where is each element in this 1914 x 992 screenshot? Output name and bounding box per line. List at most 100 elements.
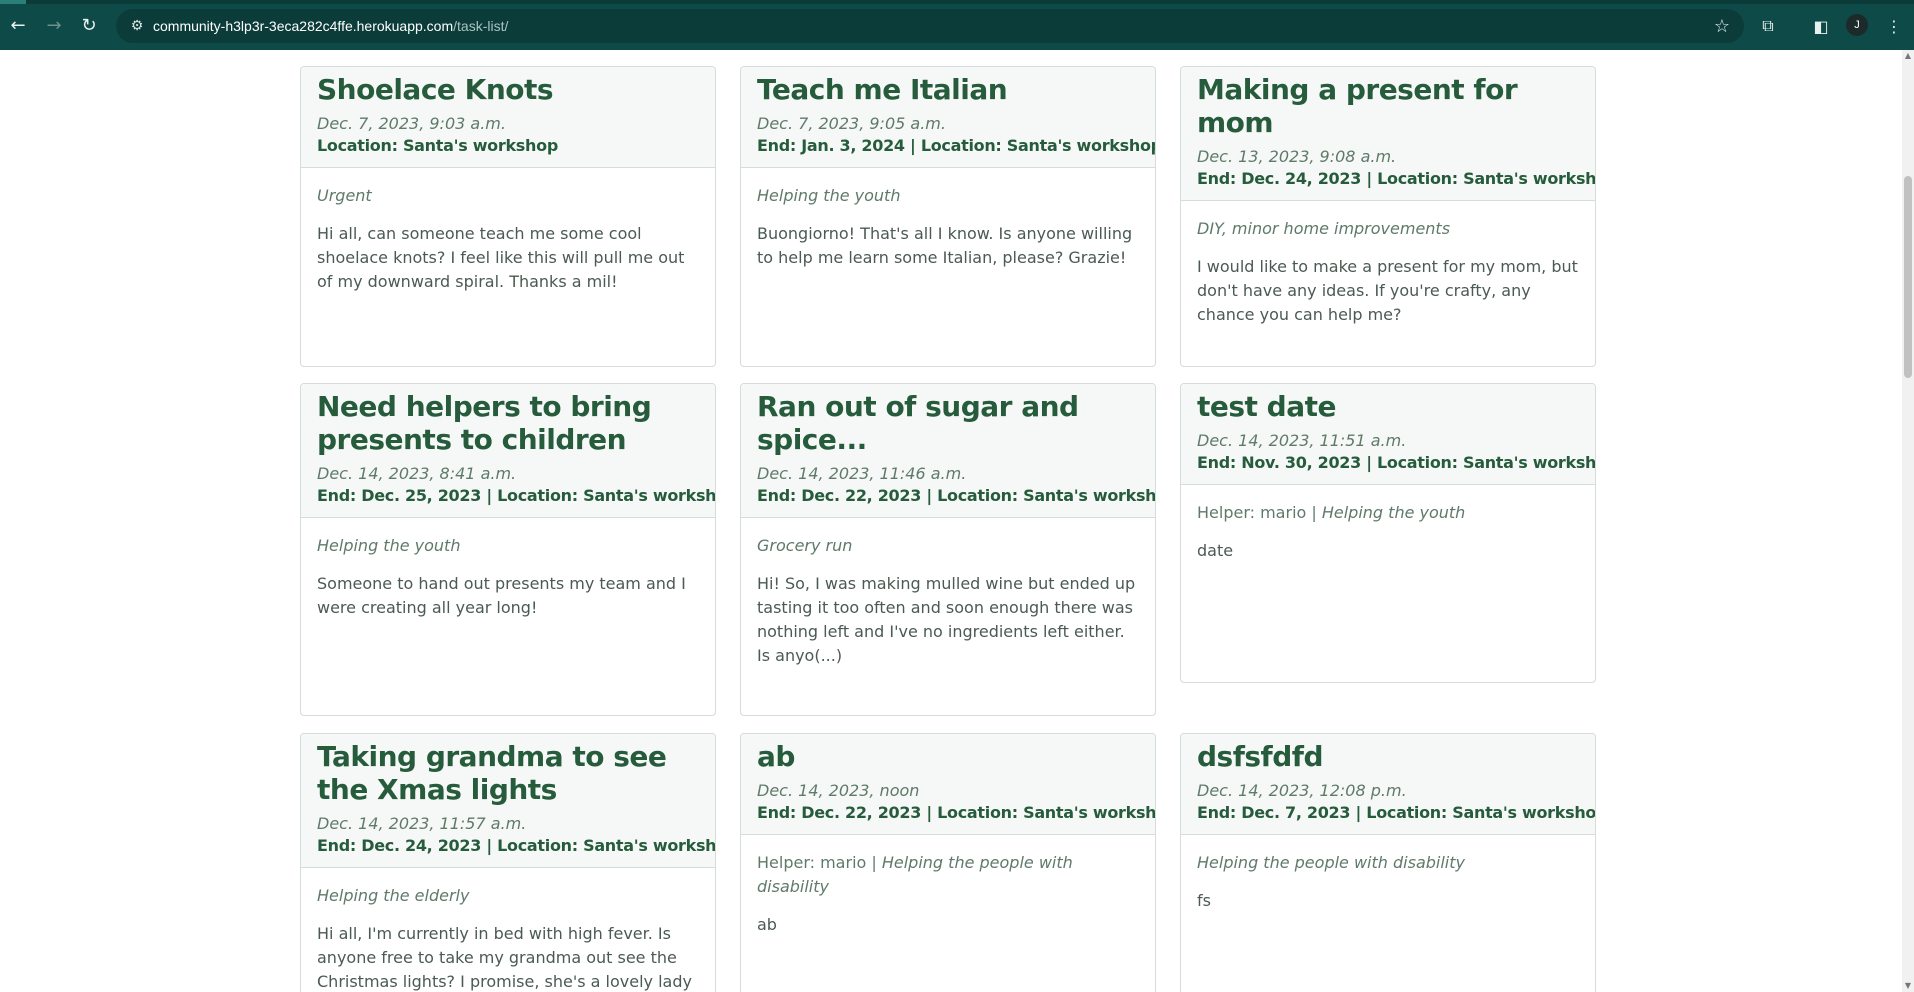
reload-icon[interactable]: ↻ <box>75 12 103 40</box>
task-date: Dec. 14, 2023, 12:08 p.m. <box>1197 781 1407 800</box>
task-category: Helping the elderly <box>317 886 470 905</box>
task-meta: End: Nov. 30, 2023 | Location: Santa's w… <box>1197 453 1596 472</box>
task-card-body: DIY, minor home improvements I would lik… <box>1181 201 1595 343</box>
task-card[interactable]: Need helpers to bring presents to childr… <box>300 383 716 716</box>
task-category-line: DIY, minor home improvements <box>1197 217 1579 241</box>
task-card-header: dsfsfdfd Dec. 14, 2023, 12:08 p.m. End: … <box>1181 734 1595 835</box>
task-category-line: Helping the youth <box>757 184 1139 208</box>
task-card-body: Grocery run Hi! So, I was making mulled … <box>741 518 1155 684</box>
task-date: Dec. 14, 2023, noon <box>757 781 920 800</box>
task-category: Helping the youth <box>1321 503 1466 522</box>
task-card-header: ab Dec. 14, 2023, noon End: Dec. 22, 202… <box>741 734 1155 835</box>
task-description: Hi! So, I was making mulled wine but end… <box>757 574 1136 665</box>
task-category-line: Helping the youth <box>317 534 699 558</box>
scroll-down-arrow-icon[interactable]: ▼ <box>1902 980 1914 992</box>
task-date: Dec. 14, 2023, 11:46 a.m. <box>757 464 967 483</box>
task-card-body: Helping the people with disability fs <box>1181 835 1595 929</box>
task-description: Hi all, I'm currently in bed with high f… <box>317 924 692 991</box>
task-meta: End: Dec. 24, 2023 | Location: Santa's w… <box>1197 169 1596 188</box>
task-card-body: Helping the elderly Hi all, I'm currentl… <box>301 868 715 992</box>
task-title[interactable]: Ran out of sugar and spice... <box>757 390 1139 456</box>
scrollbar-thumb[interactable] <box>1904 176 1912 378</box>
task-card[interactable]: Ran out of sugar and spice... Dec. 14, 2… <box>740 383 1156 716</box>
task-title[interactable]: Need helpers to bring presents to childr… <box>317 390 699 456</box>
task-card-header: Teach me Italian Dec. 7, 2023, 9:05 a.m.… <box>741 67 1155 168</box>
browser-toolbar: ← → ↻ ⚙ community-h3lp3r-3eca282c4ffe.he… <box>0 0 1914 50</box>
scroll-up-arrow-icon[interactable]: ▲ <box>1902 50 1914 62</box>
url-host: community-h3lp3r-3eca282c4ffe.herokuapp.… <box>153 18 454 34</box>
browser-menu-icon[interactable]: ⋮ <box>1880 12 1908 40</box>
task-card-body: Urgent Hi all, can someone teach me some… <box>301 168 715 310</box>
side-panel-icon[interactable]: ◧ <box>1807 12 1835 40</box>
task-meta: Location: Santa's workshop <box>317 136 558 155</box>
task-title[interactable]: Taking grandma to see the Xmas lights <box>317 740 699 806</box>
site-info-icon[interactable]: ⚙ <box>126 16 148 36</box>
task-card[interactable]: Taking grandma to see the Xmas lights De… <box>300 733 716 992</box>
task-category-line: Helping the elderly <box>317 884 699 908</box>
address-bar[interactable]: ⚙ community-h3lp3r-3eca282c4ffe.herokuap… <box>116 9 1744 43</box>
task-category: Urgent <box>317 186 372 205</box>
task-description: I would like to make a present for my mo… <box>1197 257 1578 324</box>
task-meta: End: Dec. 22, 2023 | Location: Santa's w… <box>757 803 1156 822</box>
back-icon[interactable]: ← <box>4 12 32 40</box>
task-category-line: Urgent <box>317 184 699 208</box>
task-card-header: Need helpers to bring presents to childr… <box>301 384 715 518</box>
task-card-header: Making a present for mom Dec. 13, 2023, … <box>1181 67 1595 201</box>
task-card-body: Helper: mario | Helping the people with … <box>741 835 1155 953</box>
task-description: date <box>1197 541 1234 560</box>
task-card[interactable]: Making a present for mom Dec. 13, 2023, … <box>1180 66 1596 367</box>
task-card[interactable]: ab Dec. 14, 2023, noon End: Dec. 22, 202… <box>740 733 1156 992</box>
task-card-header: Shoelace Knots Dec. 7, 2023, 9:03 a.m. L… <box>301 67 715 168</box>
task-helper: Helper: mario | <box>757 853 882 872</box>
task-card-header: Ran out of sugar and spice... Dec. 14, 2… <box>741 384 1155 518</box>
extensions-icon[interactable]: ⧉ <box>1754 12 1782 40</box>
task-category-line: Grocery run <box>757 534 1139 558</box>
url-path: /task-list/ <box>453 18 509 34</box>
task-title[interactable]: dsfsfdfd <box>1197 740 1579 773</box>
task-meta: End: Dec. 25, 2023 | Location: Santa's w… <box>317 486 716 505</box>
task-helper: Helper: mario | <box>1197 503 1322 522</box>
task-title[interactable]: Shoelace Knots <box>317 73 699 106</box>
url-text[interactable]: community-h3lp3r-3eca282c4ffe.herokuapp.… <box>153 17 508 35</box>
task-meta: End: Dec. 24, 2023 | Location: Santa's w… <box>317 836 716 855</box>
task-category-line: Helper: mario | Helping the youth <box>1197 501 1579 525</box>
task-date: Dec. 7, 2023, 9:05 a.m. <box>757 114 946 133</box>
task-date: Dec. 14, 2023, 11:57 a.m. <box>317 814 527 833</box>
task-card-header: test date Dec. 14, 2023, 11:51 a.m. End:… <box>1181 384 1595 485</box>
task-card[interactable]: dsfsfdfd Dec. 14, 2023, 12:08 p.m. End: … <box>1180 733 1596 992</box>
task-date: Dec. 14, 2023, 11:51 a.m. <box>1197 431 1407 450</box>
task-description: Buongiorno! That's all I know. Is anyone… <box>757 224 1133 267</box>
task-date: Dec. 14, 2023, 8:41 a.m. <box>317 464 517 483</box>
task-category: Helping the youth <box>757 186 901 205</box>
profile-avatar[interactable]: J <box>1846 14 1868 36</box>
task-description: ab <box>757 915 777 934</box>
task-card-body: Helper: mario | Helping the youth date <box>1181 485 1595 579</box>
task-category-line: Helper: mario | Helping the people with … <box>757 851 1139 899</box>
active-tab-indicator <box>0 0 26 4</box>
task-meta: End: Dec. 7, 2023 | Location: Santa's wo… <box>1197 803 1596 822</box>
task-category: Grocery run <box>757 536 853 555</box>
task-title[interactable]: Making a present for mom <box>1197 73 1579 139</box>
page-scrollbar[interactable]: ▲ ▼ <box>1902 50 1914 992</box>
task-card-header: Taking grandma to see the Xmas lights De… <box>301 734 715 868</box>
task-category: DIY, minor home improvements <box>1197 219 1451 238</box>
tab-strip-edge <box>0 0 1914 4</box>
task-date: Dec. 13, 2023, 9:08 a.m. <box>1197 147 1397 166</box>
task-date: Dec. 7, 2023, 9:03 a.m. <box>317 114 506 133</box>
task-card[interactable]: Shoelace Knots Dec. 7, 2023, 9:03 a.m. L… <box>300 66 716 367</box>
task-category: Helping the people with disability <box>1197 853 1465 872</box>
task-description: fs <box>1197 891 1211 910</box>
task-description: Hi all, can someone teach me some cool s… <box>317 224 685 291</box>
task-title[interactable]: Teach me Italian <box>757 73 1139 106</box>
task-card-body: Helping the youth Someone to hand out pr… <box>301 518 715 636</box>
task-card[interactable]: Teach me Italian Dec. 7, 2023, 9:05 a.m.… <box>740 66 1156 367</box>
task-card[interactable]: test date Dec. 14, 2023, 11:51 a.m. End:… <box>1180 383 1596 683</box>
task-meta: End: Jan. 3, 2024 | Location: Santa's wo… <box>757 136 1156 155</box>
task-category-line: Helping the people with disability <box>1197 851 1579 875</box>
task-title[interactable]: test date <box>1197 390 1579 423</box>
forward-icon[interactable]: → <box>40 12 68 40</box>
bookmark-star-icon[interactable]: ☆ <box>1710 14 1734 38</box>
task-card-body: Helping the youth Buongiorno! That's all… <box>741 168 1155 286</box>
task-title[interactable]: ab <box>757 740 1139 773</box>
task-list: Shoelace Knots Dec. 7, 2023, 9:03 a.m. L… <box>0 50 1902 992</box>
